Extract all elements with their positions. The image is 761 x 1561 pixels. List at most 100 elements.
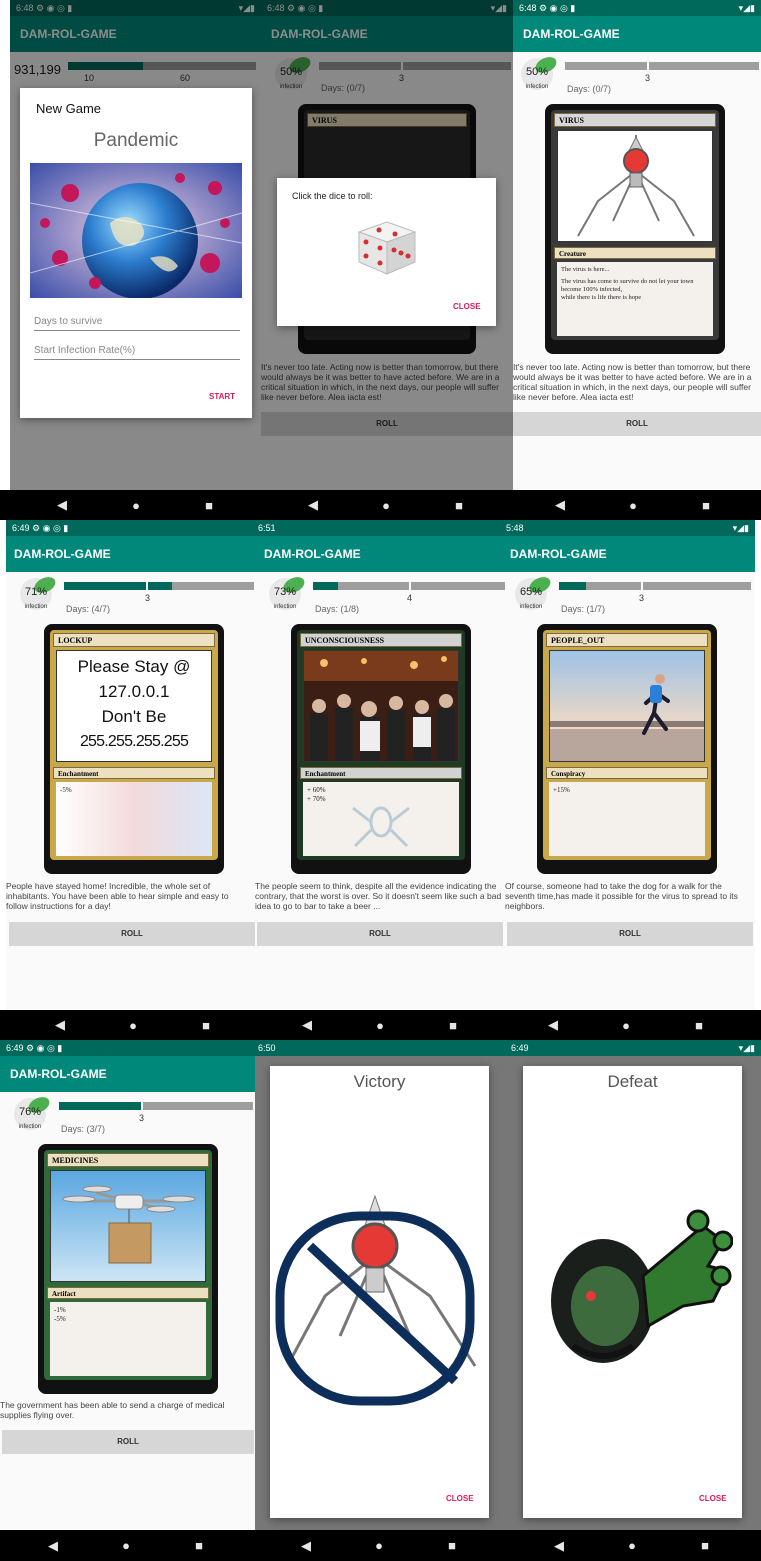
infection-label: infection (24, 604, 48, 610)
progress-bar (565, 62, 759, 70)
card-type: Artifact (47, 1287, 209, 1299)
card-type: Conspiracy (546, 767, 708, 779)
home-icon[interactable]: ● (375, 1538, 383, 1553)
recents-icon[interactable]: ■ (448, 1538, 456, 1553)
status-time: 6:50 (258, 1043, 276, 1053)
virus-art (557, 130, 713, 242)
status-time: 6:49 (6, 1043, 24, 1053)
progress-bar (59, 1102, 253, 1110)
back-icon[interactable]: ◀ (555, 497, 565, 513)
progress-bar (559, 582, 751, 590)
card-title: PEOPLE_OUT (546, 633, 708, 647)
progress-bar (313, 582, 505, 590)
navigation-bar: ◀ ● ■ ◀ ● ■ ◀ ● ■ (0, 1010, 761, 1040)
card-text-line: -1% (54, 1306, 66, 1314)
no-virus-icon (270, 1186, 489, 1406)
card-text: -1% -5% (50, 1302, 206, 1376)
tick-label: 3 (639, 593, 645, 603)
card: VIRUS Creature The virus is here... The … (545, 104, 725, 354)
row-3: 6:49 ⚙ ◉ ◎ ▮ 6:50 6:49 ▾◢▮ DAM-ROL-GAME … (0, 1040, 761, 1530)
roll-button[interactable]: ROLL (257, 922, 503, 946)
card: PEOPLE_OUT Conspiracy +15% (537, 624, 717, 874)
tick-label: 3 (139, 1113, 145, 1123)
infection-percent: 76% (18, 1106, 42, 1118)
home-icon[interactable]: ● (376, 1018, 384, 1033)
screen-medicines: DAM-ROL-GAME 76% infection 3 Days: (3/7) … (0, 1056, 255, 1530)
roll-button[interactable]: ROLL (9, 922, 255, 946)
back-icon[interactable]: ◀ (48, 1538, 58, 1554)
days-label: Days: (0/7) (567, 84, 612, 94)
recents-icon[interactable]: ■ (701, 1538, 709, 1553)
status-icons: ▾◢▮ (738, 3, 755, 13)
card-title: LOCKUP (53, 633, 215, 647)
close-button[interactable]: CLOSE (453, 302, 481, 311)
days-label: Days: (4/7) (66, 604, 111, 614)
panel-virus-card: 6:48 ⚙ ◉ ◎ ▮ ▾◢▮ DAM-ROL-GAME 50% infectio… (513, 0, 761, 490)
recents-icon[interactable]: ■ (202, 1018, 210, 1033)
dice-icon[interactable] (355, 218, 419, 278)
recents-icon[interactable]: ■ (455, 498, 463, 513)
card: LOCKUP Please Stay @ 127.0.0.1 Don't Be … (44, 624, 224, 874)
back-icon[interactable]: ◀ (55, 1017, 65, 1033)
status-time: 6:49 (12, 523, 30, 533)
roll-button[interactable]: ROLL (2, 1430, 254, 1454)
story-text: Of course, someone had to take the dog f… (505, 881, 738, 911)
infection-badge: 73% infection (269, 574, 307, 610)
navigation-bar: ◀ ● ■ ◀ ● ■ ◀ ● ■ (0, 490, 761, 520)
card-text: The virus is here... The virus has come … (557, 262, 713, 336)
recents-icon[interactable]: ■ (195, 1538, 203, 1553)
card-text: +15% (549, 782, 705, 856)
days-to-survive-input[interactable]: Days to survive (34, 316, 240, 331)
back-icon[interactable]: ◀ (308, 497, 318, 513)
tick-label: 4 (407, 593, 413, 603)
screen-unconsciousness: 73% infection 4 Days: (1/8) UNCONSCIOUSNE… (255, 572, 505, 1010)
screen-lockup: 71% infection 3 Days: (4/7) LOCKUP Please… (6, 572, 255, 1010)
home-icon[interactable]: ● (122, 1538, 130, 1553)
card-type: Creature (554, 247, 716, 259)
recents-icon[interactable]: ■ (695, 1018, 703, 1033)
back-icon[interactable]: ◀ (301, 1538, 311, 1554)
back-icon[interactable]: ◀ (548, 1017, 558, 1033)
status-time: 6:48 (519, 3, 537, 13)
guild-watermark-icon (352, 806, 410, 848)
close-button[interactable]: CLOSE (699, 1494, 727, 1503)
back-icon[interactable]: ◀ (554, 1538, 564, 1554)
home-icon[interactable]: ● (628, 1538, 636, 1553)
roll-button[interactable]: ROLL (513, 412, 761, 436)
infection-rate-input[interactable]: Start Infection Rate(%) (34, 345, 240, 360)
home-icon[interactable]: ● (629, 498, 637, 513)
game-title: Pandemic (93, 130, 179, 151)
card-text-line: while there is life there is hope (561, 294, 642, 301)
drone-photo (50, 1170, 206, 1282)
home-icon[interactable]: ● (622, 1018, 630, 1033)
days-label: Days: (3/7) (61, 1124, 106, 1134)
infection-badge: 76% infection (14, 1094, 52, 1130)
infection-badge: 50% infection (521, 54, 559, 90)
roll-button[interactable]: ROLL (507, 922, 753, 946)
recents-icon[interactable]: ■ (702, 498, 710, 513)
recents-icon[interactable]: ■ (205, 498, 213, 513)
infection-badge: 71% infection (20, 574, 58, 610)
recents-icon[interactable]: ■ (449, 1018, 457, 1033)
status-time: 6:49 (511, 1043, 529, 1053)
screen-people-out: 65% infection 3 Days: (1/7) PEOPLE_OUT C… (505, 572, 755, 1010)
zombie-icon (533, 1196, 734, 1386)
days-label: Days: (1/8) (315, 604, 360, 614)
app-bar: DAM-ROL-GAME DAM-ROL-GAME DAM-ROL-GAME (6, 536, 755, 572)
start-button[interactable]: START (209, 392, 235, 401)
home-icon[interactable]: ● (382, 498, 390, 513)
dice-dialog: Click the dice to roll: CLOSE (277, 178, 496, 326)
navigation-bar: ◀ ● ■ ◀ ● ■ ◀ ● ■ (0, 1530, 761, 1561)
infection-label: infection (525, 84, 549, 90)
close-button[interactable]: CLOSE (446, 1494, 474, 1503)
home-icon[interactable]: ● (129, 1018, 137, 1033)
victory-title: Victory (353, 1072, 406, 1091)
card-text-line: +15% (553, 786, 570, 794)
art-line: Please Stay @ (77, 657, 191, 676)
infection-label: infection (273, 604, 297, 610)
panel-new-game: 6:48 ⚙ ◉ ◎ ▮ ▾◢▮ DAM-ROL-GAME 931,199 10 … (10, 0, 261, 490)
back-icon[interactable]: ◀ (57, 497, 67, 513)
story-text: The people seem to think, despite all th… (255, 881, 502, 911)
back-icon[interactable]: ◀ (302, 1017, 312, 1033)
home-icon[interactable]: ● (132, 498, 140, 513)
